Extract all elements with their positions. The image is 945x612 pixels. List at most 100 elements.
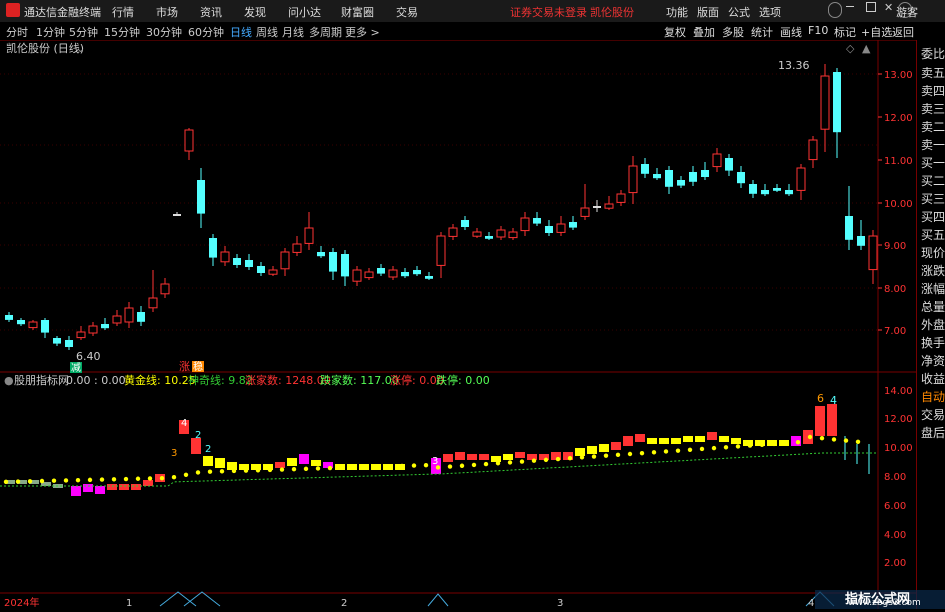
gold-line-dot [87, 477, 93, 483]
y-axis-label: 13.00 [884, 70, 913, 81]
indicator-circle-icon[interactable]: ● [4, 374, 14, 387]
menu-wealth[interactable]: 财富圈 [341, 4, 374, 20]
back-button[interactable]: 返回 [892, 24, 914, 40]
period-15min[interactable]: 15分钟 [104, 24, 140, 40]
gold-line-dot [75, 477, 81, 483]
gold-line-dot [339, 465, 345, 470]
quote-label: 外盘 [921, 318, 945, 332]
candlestick [88, 325, 98, 334]
menu-market[interactable]: 市场 [156, 4, 178, 20]
gold-line-dot [63, 478, 69, 483]
indicator-bar [299, 454, 309, 464]
chart-title: 凯伦股份 (日线) [6, 41, 84, 55]
login-status[interactable]: 证券交易未登录 [510, 4, 587, 20]
gold-line-dot [519, 459, 525, 464]
guest-label[interactable]: 游客 [896, 4, 918, 20]
gold-line-dot [591, 454, 597, 459]
gold-line-dot [699, 446, 705, 452]
menu-news[interactable]: 资讯 [200, 4, 222, 20]
user-icon[interactable] [828, 2, 842, 18]
menu-layout[interactable]: 版面 [697, 4, 719, 20]
gold-line-dot [615, 452, 621, 458]
menu-function[interactable]: 功能 [666, 4, 688, 20]
candlestick [388, 269, 398, 278]
period-monthly[interactable]: 月线 [282, 24, 304, 40]
adjust-button[interactable]: 复权 [664, 24, 686, 40]
trade-button[interactable]: 交易 [921, 406, 945, 423]
period-multi[interactable]: 多周期 [309, 24, 342, 40]
add-watchlist-button[interactable]: +自选 [861, 24, 892, 40]
after-hours-button[interactable]: 盘后 [921, 424, 945, 441]
candlestick [329, 252, 337, 272]
y-axis-label: 12.00 [884, 414, 913, 425]
candlestick [137, 312, 145, 322]
candlestick [796, 167, 806, 191]
indicator-bar [695, 436, 705, 442]
indicator-bar [479, 454, 489, 460]
candlestick [101, 324, 109, 329]
gold-line-dot [243, 468, 249, 473]
gold-line-dot [663, 449, 669, 454]
indicator-bar [827, 404, 837, 436]
menu-formula[interactable]: 公式 [728, 4, 750, 20]
period-60min[interactable]: 60分钟 [188, 24, 224, 40]
indicator-bar [287, 458, 297, 466]
period-intraday[interactable]: 分时 [6, 24, 28, 40]
y-axis-label: 6.00 [884, 501, 906, 512]
candlestick [485, 236, 493, 239]
mark-button[interactable]: 标记 [834, 24, 856, 40]
indicator-values: 0.00 : 0.00 [66, 374, 126, 387]
close-icon[interactable]: ✕ [884, 1, 893, 14]
quote-label: 收益 [921, 372, 945, 386]
gold-line-dot [771, 441, 777, 447]
kline-chart[interactable]: 13.0012.0011.0010.009.008.007.00 14.0012… [0, 40, 916, 609]
auto-button[interactable]: 自动 [921, 388, 945, 405]
period-daily[interactable]: 日线 [230, 24, 252, 40]
candlestick [65, 340, 73, 347]
menu-discover[interactable]: 发现 [244, 4, 266, 20]
candlestick [761, 190, 769, 195]
quote-label: 买三 [921, 192, 945, 206]
multi-stock-button[interactable]: 多股 [722, 24, 744, 40]
candlestick [76, 331, 86, 339]
tag-pattern: 稳 [193, 360, 203, 373]
candlestick [701, 170, 709, 177]
indicator-name[interactable]: 股朋指标网 [14, 373, 69, 387]
gold-line-dot [171, 475, 177, 480]
menu-options[interactable]: 选项 [759, 4, 781, 20]
minimize-icon[interactable] [846, 6, 854, 7]
period-weekly[interactable]: 周线 [256, 24, 278, 40]
gold-line-dot [687, 447, 693, 452]
quote-label: 净资 [921, 354, 945, 368]
period-5min[interactable]: 5分钟 [69, 24, 98, 40]
period-30min[interactable]: 30分钟 [146, 24, 182, 40]
indicator-bar [227, 462, 237, 470]
maximize-icon[interactable] [866, 2, 876, 12]
candlestick [508, 231, 518, 239]
candlestick [112, 315, 122, 324]
f10-button[interactable]: F10 [808, 24, 828, 37]
indicator-bar [815, 406, 825, 436]
gold-line-dot [159, 475, 165, 481]
stats-button[interactable]: 统计 [751, 24, 773, 40]
gold-line-dot [27, 479, 33, 484]
settings-icon[interactable]: ◇ [846, 42, 855, 55]
menu-trade[interactable]: 交易 [396, 4, 418, 20]
overlay-button[interactable]: 叠加 [693, 24, 715, 40]
candlestick [413, 270, 421, 275]
collapse-icon[interactable]: ▲ [862, 42, 871, 55]
candlestick [604, 203, 614, 209]
menu-ask[interactable]: 问小达 [288, 4, 321, 20]
chevron-down-icon[interactable]: ⌄ [76, 42, 85, 55]
gold-line-dot [819, 436, 825, 441]
candlestick [209, 238, 217, 258]
candlestick [749, 184, 757, 194]
indicator-bar [659, 438, 669, 444]
quote-label: 卖三 [921, 102, 945, 116]
menu-quotes[interactable]: 行情 [112, 4, 134, 20]
indicator-bar [443, 454, 453, 462]
period-1min[interactable]: 1分钟 [36, 24, 65, 40]
y-axis-label: 14.00 [884, 386, 913, 397]
period-more[interactable]: 更多 > [345, 24, 380, 40]
draw-button[interactable]: 画线 [780, 24, 802, 40]
